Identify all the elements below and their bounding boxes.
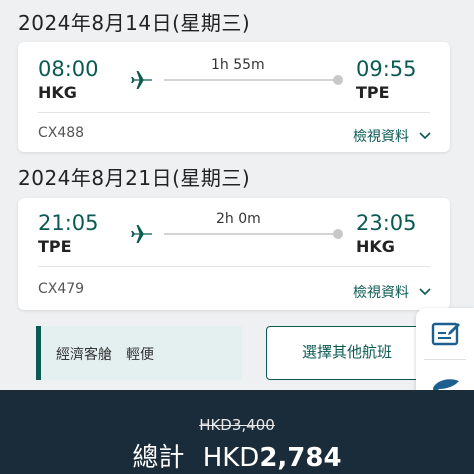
flight-duration: 2h 0m	[216, 211, 261, 227]
cabin-class-badge: 經濟客艙 輕便	[36, 326, 242, 380]
airplane-icon	[131, 225, 152, 243]
original-price: HKD3,400	[199, 416, 275, 434]
departure-time: 08:00	[38, 57, 99, 81]
arrival-airport: TPE	[356, 83, 390, 102]
flight-duration: 1h 55m	[211, 57, 265, 73]
route-line	[164, 233, 334, 235]
card-divider	[38, 266, 430, 267]
chevron-down-icon[interactable]	[419, 288, 431, 296]
departure-time: 21:05	[38, 211, 99, 235]
view-details-link[interactable]: 檢視資料	[353, 282, 409, 302]
flight-number: CX488	[38, 125, 85, 141]
departure-airport: HKG	[38, 83, 77, 102]
airplane-icon	[131, 71, 152, 89]
cabin-class-label: 經濟客艙 輕便	[56, 347, 154, 363]
arrival-time: 09:55	[356, 57, 417, 81]
flight-number: CX479	[38, 281, 85, 297]
card-divider	[38, 112, 430, 113]
return-date-heading: 2024年8月21日(星期三)	[18, 166, 251, 190]
return-flight-card[interactable]: 21:05 TPE 2h 0m 23:05 HKG CX479 檢視資料	[18, 198, 450, 310]
outbound-flight-card[interactable]: 08:00 HKG 1h 55m 09:55 TPE CX488 檢視資料	[18, 42, 450, 152]
total-price: 總計 HKD2,784	[0, 437, 474, 474]
arrival-time: 23:05	[356, 211, 417, 235]
side-panel-divider	[424, 359, 466, 360]
total-amount: 2,784	[259, 443, 342, 473]
view-details-link[interactable]: 檢視資料	[353, 126, 409, 146]
price-footer: HKD3,400 總計 HKD2,784	[0, 390, 474, 474]
arrival-dot	[333, 75, 343, 85]
route-line	[164, 79, 334, 81]
departure-airport: TPE	[38, 237, 72, 256]
total-label: 總計	[132, 443, 185, 473]
outbound-date-heading: 2024年8月14日(星期三)	[18, 11, 251, 35]
total-currency: HKD	[202, 443, 260, 473]
choose-other-flights-button[interactable]: 選擇其他航班	[266, 326, 428, 380]
edit-note-icon[interactable]	[431, 320, 461, 348]
arrival-dot	[333, 229, 343, 239]
chevron-down-icon[interactable]	[419, 132, 431, 140]
arrival-airport: HKG	[356, 237, 395, 256]
